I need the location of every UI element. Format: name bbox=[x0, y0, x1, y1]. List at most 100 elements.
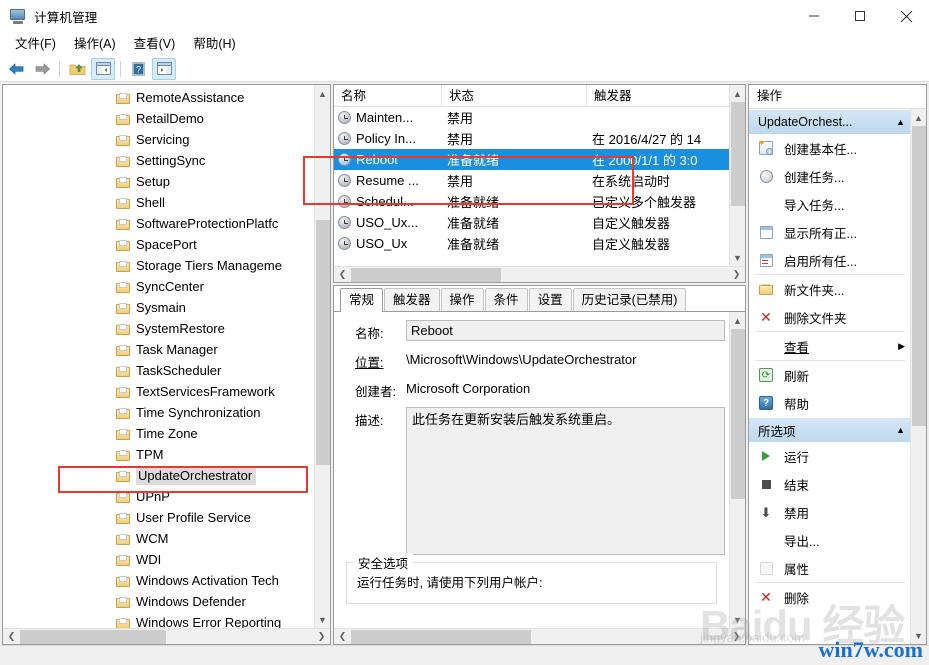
forward-arrow-icon[interactable] bbox=[30, 58, 54, 80]
scroll-track[interactable] bbox=[910, 126, 926, 627]
task-list-vertical-scrollbar[interactable]: ▲ ▼ bbox=[729, 85, 745, 266]
action-help[interactable]: ? 帮助 bbox=[749, 389, 911, 417]
action-run[interactable]: 运行 bbox=[749, 442, 911, 470]
action-delete[interactable]: ✕ 删除 bbox=[749, 583, 911, 611]
tree-item[interactable]: Time Zone bbox=[3, 423, 314, 444]
close-button[interactable] bbox=[883, 0, 929, 32]
scroll-up-icon[interactable]: ▲ bbox=[910, 109, 926, 126]
tree-vertical-scrollbar[interactable]: ▲ ▼ bbox=[314, 85, 330, 628]
scroll-track[interactable] bbox=[314, 102, 330, 611]
detail-horizontal-scrollbar[interactable]: ❮ ❯ bbox=[334, 628, 745, 644]
tab-general[interactable]: 常规 bbox=[340, 288, 384, 312]
task-row[interactable]: Schedul... 准备就绪 已定义多个触发器 bbox=[334, 191, 729, 212]
scroll-up-icon[interactable]: ▲ bbox=[314, 85, 330, 102]
detail-vertical-scrollbar[interactable]: ▲ ▼ bbox=[729, 312, 745, 628]
tree-item-updateorchestrator[interactable]: UpdateOrchestrator bbox=[3, 465, 314, 486]
scroll-track-h[interactable] bbox=[351, 629, 728, 645]
action-create-task[interactable]: 创建任务... bbox=[749, 162, 911, 190]
scroll-thumb[interactable] bbox=[315, 220, 330, 465]
scroll-right-icon[interactable]: ❯ bbox=[728, 267, 745, 283]
scroll-track-h[interactable] bbox=[20, 629, 313, 645]
actions-section-selected-item-header[interactable]: 所选项 ▲ bbox=[749, 417, 911, 442]
tree-item[interactable]: RetailDemo bbox=[3, 108, 314, 129]
column-header-name[interactable]: 名称 bbox=[334, 85, 442, 107]
tree-item[interactable]: SoftwareProtectionPlatfc bbox=[3, 213, 314, 234]
show-action-pane-icon[interactable] bbox=[152, 57, 176, 80]
action-export[interactable]: 导出... bbox=[749, 526, 911, 554]
tree-item[interactable]: Servicing bbox=[3, 129, 314, 150]
scroll-track[interactable] bbox=[729, 102, 745, 249]
tree-item[interactable]: TextServicesFramework bbox=[3, 381, 314, 402]
scroll-down-icon[interactable]: ▼ bbox=[729, 249, 745, 266]
scroll-left-icon[interactable]: ❮ bbox=[334, 267, 351, 283]
show-console-tree-icon[interactable] bbox=[91, 57, 115, 80]
action-delete-folder[interactable]: ✕ 删除文件夹 bbox=[749, 303, 911, 331]
scroll-up-icon[interactable]: ▲ bbox=[729, 312, 745, 329]
tree-item[interactable]: WCM bbox=[3, 528, 314, 549]
action-view[interactable]: 查看 ▶ bbox=[749, 332, 911, 360]
action-create-basic-task[interactable]: ✦ 创建基本任... bbox=[749, 134, 911, 162]
scroll-thumb-h[interactable] bbox=[20, 629, 166, 644]
scroll-thumb[interactable] bbox=[730, 102, 745, 206]
tree-item[interactable]: SyncCenter bbox=[3, 276, 314, 297]
menu-action[interactable]: 操作(A) bbox=[65, 33, 125, 55]
column-header-status[interactable]: 状态 bbox=[442, 85, 587, 107]
scroll-right-icon[interactable]: ❯ bbox=[728, 629, 745, 645]
task-row[interactable]: Resume ... 禁用 在系统启动时 bbox=[334, 170, 729, 191]
tab-history[interactable]: 历史记录(已禁用) bbox=[572, 288, 687, 311]
tree-item[interactable]: WDI bbox=[3, 549, 314, 570]
tree-item[interactable]: Windows Activation Tech bbox=[3, 570, 314, 591]
action-new-folder[interactable]: 新文件夹... bbox=[749, 275, 911, 303]
tree-item[interactable]: Storage Tiers Manageme bbox=[3, 255, 314, 276]
tree-item[interactable]: Windows Defender bbox=[3, 591, 314, 612]
collapse-up-icon[interactable]: ▲ bbox=[896, 117, 905, 127]
scroll-thumb-h[interactable] bbox=[351, 267, 501, 282]
task-list-horizontal-scrollbar[interactable]: ❮ ❯ bbox=[334, 266, 745, 282]
task-row-reboot[interactable]: Reboot 准备就绪 在 2000/1/1 的 3:0 bbox=[334, 149, 729, 170]
tab-triggers[interactable]: 触发器 bbox=[384, 288, 440, 311]
scroll-thumb[interactable] bbox=[911, 126, 926, 426]
menu-file[interactable]: 文件(F) bbox=[6, 33, 65, 55]
tree-item[interactable]: SettingSync bbox=[3, 150, 314, 171]
tab-settings[interactable]: 设置 bbox=[528, 288, 572, 311]
tree-item[interactable]: TaskScheduler bbox=[3, 360, 314, 381]
action-refresh[interactable]: ⟳ 刷新 bbox=[749, 361, 911, 389]
scroll-down-icon[interactable]: ▼ bbox=[729, 611, 745, 628]
tab-conditions[interactable]: 条件 bbox=[484, 288, 528, 311]
menu-help[interactable]: 帮助(H) bbox=[184, 33, 244, 55]
action-disable[interactable]: ⬇ 禁用 bbox=[749, 498, 911, 526]
tree-item[interactable]: Task Manager bbox=[3, 339, 314, 360]
tree-item[interactable]: UPnP bbox=[3, 486, 314, 507]
task-row[interactable]: USO_Ux 准备就绪 自定义触发器 bbox=[334, 233, 729, 254]
action-display-running-tasks[interactable]: 显示所有正... bbox=[749, 218, 911, 246]
tree-item[interactable]: SystemRestore bbox=[3, 318, 314, 339]
tree-item[interactable]: Time Synchronization bbox=[3, 402, 314, 423]
scroll-thumb[interactable] bbox=[730, 329, 745, 499]
action-enable-all-tasks[interactable]: 启用所有任... bbox=[749, 246, 911, 274]
column-header-trigger[interactable]: 触发器 bbox=[587, 85, 745, 107]
field-location-label[interactable]: 位置: bbox=[344, 349, 406, 371]
tree-horizontal-scrollbar[interactable]: ❮ ❯ bbox=[3, 628, 330, 644]
tab-actions[interactable]: 操作 bbox=[440, 288, 484, 311]
scroll-down-icon[interactable]: ▼ bbox=[910, 627, 926, 644]
collapse-up-icon[interactable]: ▲ bbox=[896, 425, 905, 435]
tree-item[interactable]: RemoteAssistance bbox=[3, 87, 314, 108]
maximize-button[interactable] bbox=[837, 0, 883, 32]
action-properties[interactable]: 属性 bbox=[749, 554, 911, 582]
scroll-track-h[interactable] bbox=[351, 267, 728, 283]
scroll-thumb-h[interactable] bbox=[351, 629, 531, 644]
task-row[interactable]: USO_Ux... 准备就绪 自定义触发器 bbox=[334, 212, 729, 233]
task-row[interactable]: Policy In... 禁用 在 2016/4/27 的 14 bbox=[334, 128, 729, 149]
task-description-input[interactable]: 此任务在更新安装后触发系统重启。 bbox=[406, 407, 725, 555]
scroll-right-icon[interactable]: ❯ bbox=[313, 629, 330, 645]
tree-item[interactable]: Windows Error Reporting bbox=[3, 612, 314, 628]
tree-item[interactable]: TPM bbox=[3, 444, 314, 465]
minimize-button[interactable] bbox=[791, 0, 837, 32]
tree-item[interactable]: Shell bbox=[3, 192, 314, 213]
menu-view[interactable]: 查看(V) bbox=[125, 33, 185, 55]
up-folder-icon[interactable] bbox=[65, 58, 89, 80]
actions-vertical-scrollbar[interactable]: ▲ ▼ bbox=[910, 109, 926, 644]
scroll-track[interactable] bbox=[729, 329, 745, 611]
scroll-left-icon[interactable]: ❮ bbox=[334, 629, 351, 645]
task-row[interactable]: Mainten... 禁用 bbox=[334, 107, 729, 128]
